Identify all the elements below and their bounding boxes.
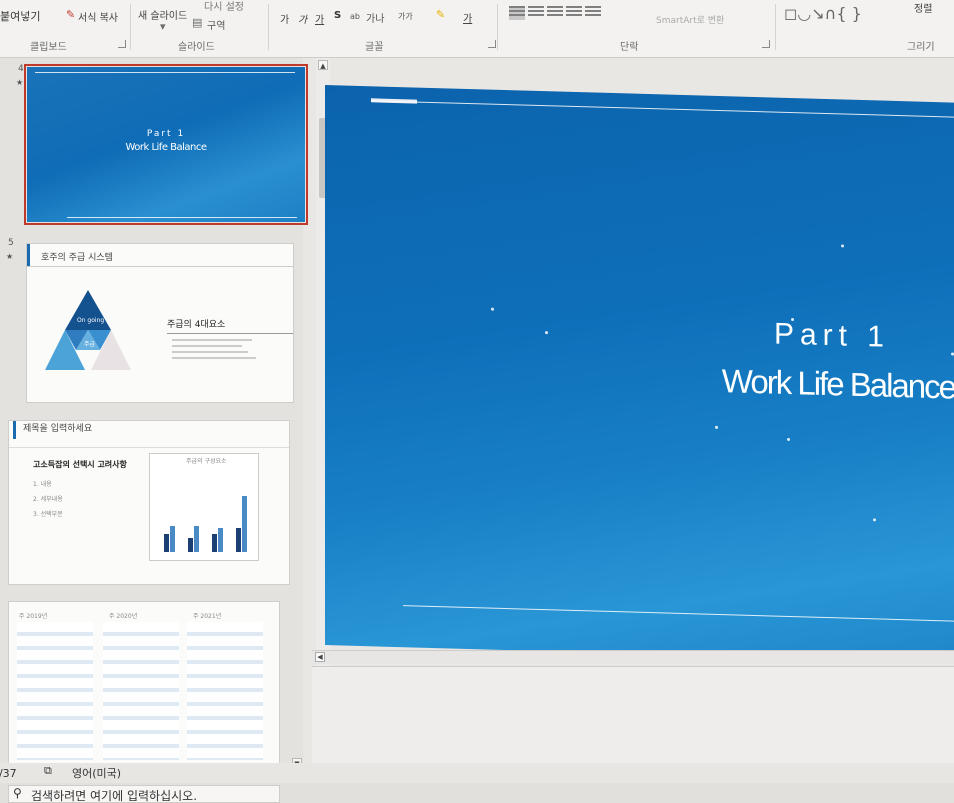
- thumb-item: 3. 선택부분: [33, 511, 63, 518]
- font-launcher-icon[interactable]: [488, 40, 496, 48]
- thumb-heading: 주급의 4대요소: [167, 320, 226, 330]
- calendar-column: [187, 622, 263, 760]
- justify-button[interactable]: [566, 6, 582, 20]
- status-bar: 슬라이드 4/37 ⧉ 영어(미국): [0, 763, 954, 783]
- char-spacing-button[interactable]: 가나: [366, 10, 384, 25]
- group-drawing: 그리기: [907, 42, 935, 53]
- strikethrough-button[interactable]: ab: [350, 12, 360, 21]
- thumbnail-slide-7[interactable]: 주 2019년 주 2020년 주 2021년: [8, 601, 280, 766]
- thumbnail-slide-5[interactable]: 호주의 주급 시스템 On going 주급 주급의 4대요소: [26, 243, 294, 403]
- slide-number: 5: [8, 238, 14, 248]
- thumb-part-label: Part 1: [146, 129, 186, 139]
- change-case-button[interactable]: 가가: [398, 11, 413, 22]
- format-copy-button[interactable]: 서식 복사: [78, 9, 118, 24]
- calendar-column: [103, 622, 179, 760]
- taskbar: ⚲ 검색하려면 여기에 입력하십시오.: [0, 783, 954, 803]
- clipboard-launcher-icon[interactable]: [118, 40, 126, 48]
- scroll-left-icon[interactable]: ◀: [315, 652, 325, 662]
- search-icon: ⚲: [13, 786, 22, 800]
- section-icon: ▤: [192, 16, 203, 29]
- reset-button[interactable]: 다시 설정: [204, 0, 244, 13]
- font-italic-button[interactable]: 가: [298, 11, 307, 26]
- spellcheck-icon[interactable]: ⧉: [44, 764, 52, 778]
- thumb-title: 제목을 입력하세요: [23, 424, 93, 434]
- font-underline-button[interactable]: 가: [315, 11, 324, 26]
- highlighter-icon[interactable]: ✎: [436, 8, 445, 21]
- calendar-column: [17, 622, 93, 760]
- slide-title[interactable]: Work Life Balance: [722, 362, 954, 407]
- paragraph-launcher-icon[interactable]: [762, 40, 770, 48]
- thumb-item: 1. 내용: [33, 481, 52, 488]
- thumb-label: 주 2019년: [19, 613, 48, 620]
- align-right-button[interactable]: [547, 6, 563, 20]
- triangle-top-label: On going: [77, 317, 105, 324]
- shapes-gallery-icon[interactable]: ◻◡↘∩{ }: [784, 4, 862, 23]
- animation-star-icon: ★: [6, 252, 14, 261]
- thumb-chart: 주급의 구성요소: [149, 453, 259, 561]
- slide-thumbnail-pane: 4 ★ Part 1 Work Life Balance 5 ★ 호주의 주급 …: [0, 58, 308, 766]
- columns-button[interactable]: [585, 6, 601, 20]
- paste-button[interactable]: 붙여넣기: [0, 8, 40, 24]
- thumb-label: 주 2020년: [109, 613, 138, 620]
- font-bold-button[interactable]: 가: [280, 11, 289, 26]
- section-button[interactable]: 구역: [207, 17, 225, 32]
- align-center-button[interactable]: [528, 6, 544, 20]
- taskbar-search[interactable]: ⚲ 검색하려면 여기에 입력하십시오.: [8, 785, 280, 803]
- thumb-title: 호주의 주급 시스템: [41, 253, 113, 263]
- thumb-item: 2. 세부내용: [33, 496, 63, 503]
- brush-icon[interactable]: ✎: [66, 8, 75, 21]
- powerpoint-window: 붙여넣기 ✎ 서식 복사 새 슬라이드 ▾ 다시 설정 ▤ 구역 가 가 가 S…: [0, 0, 954, 803]
- chart-title: 주급의 구성요소: [186, 458, 227, 465]
- ribbon: 붙여넣기 ✎ 서식 복사 새 슬라이드 ▾ 다시 설정 ▤ 구역 가 가 가 S…: [0, 0, 954, 58]
- thumb-label: 주 2021년: [193, 613, 222, 620]
- thumb-heading: 고소득잡의 선택시 고려사항: [33, 460, 127, 469]
- slide-counter: 슬라이드 4/37: [0, 767, 17, 780]
- horizontal-scrollbar[interactable]: ◀: [312, 650, 954, 664]
- font-shadow-button[interactable]: S: [334, 10, 341, 21]
- scroll-up-icon[interactable]: ▲: [318, 60, 328, 70]
- animation-star-icon: ★: [16, 78, 24, 87]
- font-color-button[interactable]: 가: [463, 10, 472, 25]
- slide-number: 4: [18, 64, 24, 74]
- thumb-title: Work Life Balance: [125, 142, 207, 153]
- notes-pane[interactable]: [312, 666, 954, 763]
- align-left-button[interactable]: [509, 6, 525, 20]
- slide-part-label[interactable]: Part 1: [774, 318, 890, 355]
- thumbnail-slide-6[interactable]: 제목을 입력하세요 고소득잡의 선택시 고려사항 1. 내용 2. 세부내용 3…: [8, 420, 290, 585]
- arrange-button[interactable]: 정렬: [914, 0, 932, 15]
- group-font: 글꼴: [365, 42, 384, 53]
- search-placeholder: 검색하려면 여기에 입력하십시오.: [31, 789, 198, 803]
- thumbnail-slide-4[interactable]: Part 1 Work Life Balance: [24, 64, 308, 225]
- group-paragraph: 단락: [620, 42, 639, 53]
- triangle-diagram: [45, 290, 131, 370]
- smartart-button[interactable]: SmartArt로 변환: [656, 13, 724, 26]
- group-slides: 슬라이드: [178, 42, 215, 53]
- triangle-mid-label: 주급: [84, 341, 96, 348]
- main-slide-canvas[interactable]: Part 1 Work Life Balance: [325, 85, 954, 663]
- group-clipboard: 클립보드: [30, 42, 67, 53]
- chevron-down-icon[interactable]: ▾: [160, 20, 166, 33]
- language-indicator[interactable]: 영어(미국): [72, 765, 121, 781]
